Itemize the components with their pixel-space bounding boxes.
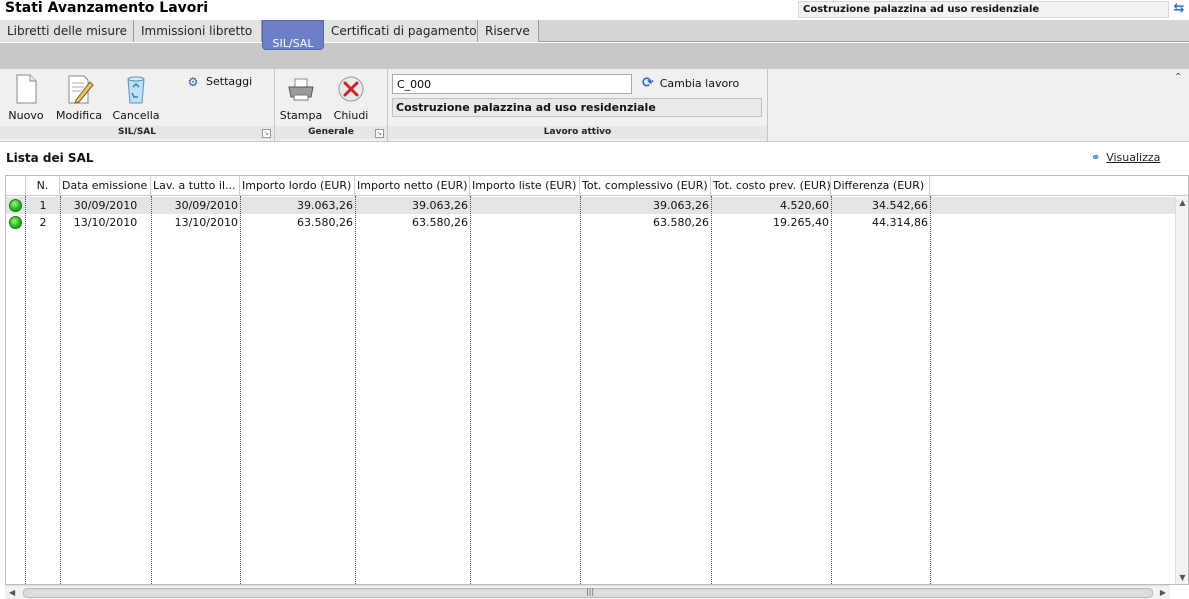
ribbon-group-sil-sal: Nuovo Modifica Cancella ⚙ Settaggi SIL/SA… <box>0 69 275 141</box>
binoculars-icon: ⚭ <box>1091 151 1101 164</box>
tab-strip: Libretti delle misure Immissioni librett… <box>0 20 1189 42</box>
col-differenza[interactable]: Differenza (EUR) <box>831 176 930 196</box>
cancella-label: Cancella <box>112 109 160 122</box>
column-divider <box>580 196 581 584</box>
nuovo-button[interactable]: Nuovo <box>0 71 52 123</box>
cell-n: 2 <box>39 216 47 229</box>
printer-icon <box>288 78 314 101</box>
sal-table: N. Data emissione Lav. a tutto il... Imp… <box>5 175 1189 585</box>
column-divider <box>25 196 26 584</box>
col-importo-lordo[interactable]: Importo lordo (EUR) <box>240 176 355 196</box>
cell-importo-lordo: 39.063,26 <box>297 199 353 212</box>
recycle-bin-icon <box>127 76 145 104</box>
app-title: Stati Avanzamento Lavori <box>5 0 209 16</box>
cell-n: 1 <box>39 199 47 212</box>
col-tot-costo-prev[interactable]: Tot. costo prev. (EUR) <box>711 176 831 196</box>
scroll-right-icon[interactable]: ▶ <box>1160 586 1166 599</box>
chiudi-label: Chiudi <box>333 109 369 122</box>
refresh-icon: ⟳ <box>642 75 654 91</box>
col-importo-netto[interactable]: Importo netto (EUR) <box>355 176 470 196</box>
tab-riserve[interactable]: Riserve <box>478 20 539 42</box>
cell-tot-complessivo: 63.580,26 <box>653 216 709 229</box>
cell-differenza: 34.542,66 <box>872 199 928 212</box>
column-divider <box>831 196 832 584</box>
column-divider <box>470 196 471 584</box>
table-row[interactable]: 1 30/09/2010 30/09/2010 39.063,26 39.063… <box>6 197 1176 214</box>
col-importo-liste[interactable]: Importo liste (EUR) <box>470 176 580 196</box>
group-label-sil-sal: SIL/SAL <box>0 126 274 139</box>
list-title: Lista dei SAL <box>6 151 94 165</box>
cell-lav-tutto: 13/10/2010 <box>174 216 238 229</box>
scroll-thumb[interactable]: ||| <box>23 587 1153 598</box>
status-ok-icon <box>9 199 22 212</box>
group-label-lavoro-attivo: Lavoro attivo <box>388 126 767 139</box>
cell-importo-liste <box>470 197 580 214</box>
column-divider <box>355 196 356 584</box>
col-status <box>6 176 26 196</box>
cambia-lavoro-label: Cambia lavoro <box>659 77 740 90</box>
new-document-icon <box>16 74 37 104</box>
scroll-left-icon[interactable]: ◀ <box>9 586 15 599</box>
chiudi-button[interactable]: Chiudi <box>325 71 377 123</box>
vertical-scrollbar[interactable]: ▲ ▼ <box>1175 196 1188 584</box>
active-project-display: Costruzione palazzina ad uso residenzial… <box>392 98 762 117</box>
title-bar: Stati Avanzamento Lavori Costruzione pal… <box>0 0 1189 19</box>
visualizza-label: Visualizza <box>1106 151 1161 164</box>
cell-data-emissione: 30/09/2010 <box>73 199 138 212</box>
table-header: N. Data emissione Lav. a tutto il... Imp… <box>6 176 1188 196</box>
ribbon-group-generale: Stampa Chiudi Generale ↘ <box>275 69 388 141</box>
cell-tot-complessivo: 39.063,26 <box>653 199 709 212</box>
tab-sil-sal[interactable]: SIL/SAL <box>262 20 324 50</box>
modifica-label: Modifica <box>56 109 102 122</box>
status-ok-icon <box>9 216 22 229</box>
table-row[interactable]: 2 13/10/2010 13/10/2010 63.580,26 63.580… <box>6 214 1176 231</box>
column-divider <box>60 196 61 584</box>
swap-icon[interactable]: ⇆ <box>1171 1 1187 17</box>
col-tot-complessivo[interactable]: Tot. complessivo (EUR) <box>580 176 711 196</box>
visualizza-link[interactable]: ⚭ Visualizza <box>1091 151 1160 164</box>
tab-libretti-misure[interactable]: Libretti delle misure <box>0 20 134 42</box>
cell-tot-costo-prev: 19.265,40 <box>773 216 829 229</box>
lavoro-code-input[interactable] <box>392 74 632 94</box>
dialog-launcher-icon[interactable]: ↘ <box>375 129 384 138</box>
col-n[interactable]: N. <box>26 176 60 196</box>
grip-icon: ||| <box>586 587 595 596</box>
cancella-button[interactable]: Cancella <box>110 71 162 123</box>
edit-document-icon <box>68 75 94 104</box>
stampa-button[interactable]: Stampa <box>275 71 327 123</box>
stampa-label: Stampa <box>279 109 323 122</box>
tab-certificati-pagamento[interactable]: Certificati di pagamento <box>324 20 478 42</box>
cell-lav-tutto: 30/09/2010 <box>174 199 238 212</box>
cell-importo-liste <box>470 214 580 231</box>
close-icon <box>338 76 364 102</box>
settings-icon: ⚙ <box>187 75 199 89</box>
scroll-down-icon[interactable]: ▼ <box>1176 573 1189 582</box>
column-divider <box>930 196 931 584</box>
settaggi-label: Settaggi <box>206 75 253 88</box>
cell-importo-netto: 39.063,26 <box>412 199 468 212</box>
col-lav-tutto[interactable]: Lav. a tutto il... <box>151 176 240 196</box>
column-divider <box>240 196 241 584</box>
dialog-launcher-icon[interactable]: ↘ <box>262 129 271 138</box>
nuovo-label: Nuovo <box>8 109 44 122</box>
cambia-lavoro-button[interactable]: ⟳ Cambia lavoro <box>642 75 739 91</box>
group-label-generale: Generale <box>275 126 387 139</box>
column-divider <box>711 196 712 584</box>
scroll-up-icon[interactable]: ▲ <box>1176 198 1189 207</box>
settaggi-button[interactable]: ⚙ Settaggi <box>186 75 253 93</box>
tab-immissioni-libretto[interactable]: Immissioni libretto <box>134 20 262 42</box>
cell-importo-netto: 63.580,26 <box>412 216 468 229</box>
collapse-ribbon-icon[interactable]: ⌃ <box>1174 72 1182 83</box>
cell-data-emissione: 13/10/2010 <box>73 216 138 229</box>
column-divider <box>151 196 152 584</box>
horizontal-scrollbar[interactable]: ◀ ||| ▶ <box>5 585 1170 599</box>
modifica-button[interactable]: Modifica <box>53 71 105 123</box>
current-project-box: Costruzione palazzina ad uso residenzial… <box>798 1 1169 18</box>
col-data-emissione[interactable]: Data emissione <box>60 176 151 196</box>
tab-band <box>0 43 1189 69</box>
cell-tot-costo-prev: 4.520,60 <box>780 199 829 212</box>
cell-importo-lordo: 63.580,26 <box>297 216 353 229</box>
cell-differenza: 44.314,86 <box>872 216 928 229</box>
